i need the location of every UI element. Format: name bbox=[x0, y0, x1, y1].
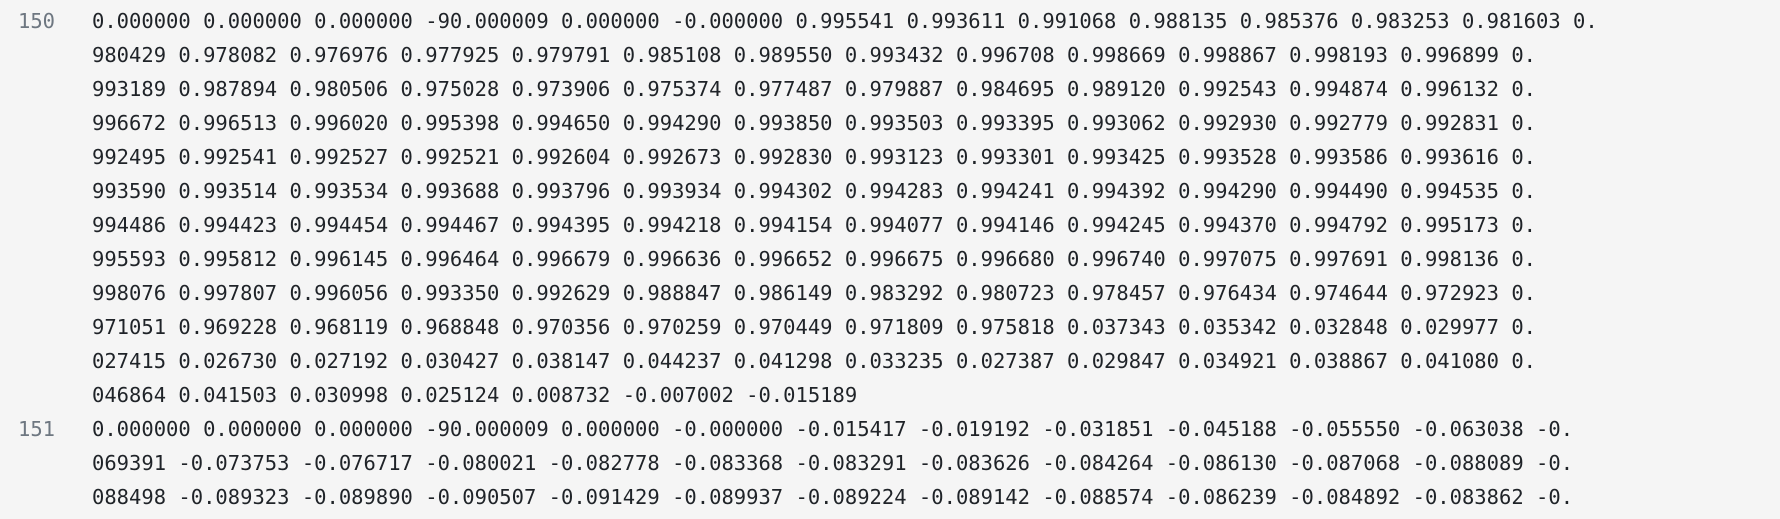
line-content: 0.000000 0.000000 0.000000 -90.000009 0.… bbox=[92, 4, 1780, 412]
line-text-row: 996672 0.996513 0.996020 0.995398 0.9946… bbox=[92, 111, 1537, 135]
line-text-row: 0.000000 0.000000 0.000000 -90.000009 0.… bbox=[92, 417, 1574, 441]
line-text-row: 994486 0.994423 0.994454 0.994467 0.9943… bbox=[92, 213, 1537, 237]
line-text-row: 995593 0.995812 0.996145 0.996464 0.9966… bbox=[92, 247, 1537, 271]
line-text-row: 980429 0.978082 0.976976 0.977925 0.9797… bbox=[92, 43, 1537, 67]
line-text-row: 992495 0.992541 0.992527 0.992521 0.9926… bbox=[92, 145, 1537, 169]
line-text-row: 069391 -0.073753 -0.076717 -0.080021 -0.… bbox=[92, 451, 1574, 475]
line-number: 151 bbox=[18, 417, 56, 441]
line-text-row: 993189 0.987894 0.980506 0.975028 0.9739… bbox=[92, 77, 1537, 101]
line-text-row: 088498 -0.089323 -0.089890 -0.090507 -0.… bbox=[92, 485, 1574, 509]
line-text-row: 046864 0.041503 0.030998 0.025124 0.0087… bbox=[92, 383, 858, 407]
line-text-row: 998076 0.997807 0.996056 0.993350 0.9926… bbox=[92, 281, 1537, 305]
file-viewer: 150 0.000000 0.000000 0.000000 -90.00000… bbox=[0, 0, 1780, 519]
line-number: 150 bbox=[18, 9, 56, 33]
line-text-row: 971051 0.969228 0.968119 0.968848 0.9703… bbox=[92, 315, 1537, 339]
line-text-row: 0.000000 0.000000 0.000000 -90.000009 0.… bbox=[92, 9, 1598, 33]
line-text-row: 993590 0.993514 0.993534 0.993688 0.9937… bbox=[92, 179, 1537, 203]
code-line-150: 150 0.000000 0.000000 0.000000 -90.00000… bbox=[0, 4, 1780, 412]
line-text-row: 027415 0.026730 0.027192 0.030427 0.0381… bbox=[92, 349, 1537, 373]
line-content: 0.000000 0.000000 0.000000 -90.000009 0.… bbox=[92, 412, 1780, 514]
code-line-151: 151 0.000000 0.000000 0.000000 -90.00000… bbox=[0, 412, 1780, 514]
